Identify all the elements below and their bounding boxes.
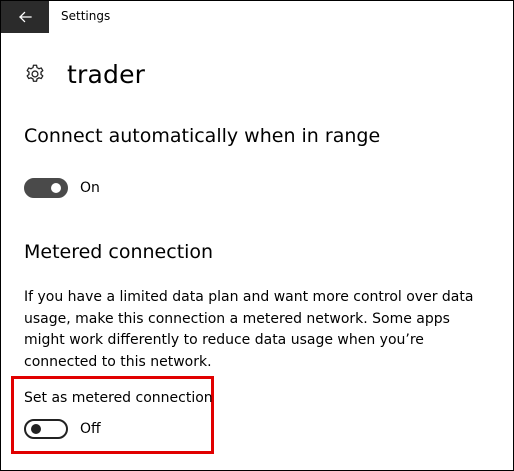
toggle-knob xyxy=(31,424,41,434)
page-title: trader xyxy=(67,59,146,89)
highlight-box xyxy=(11,376,214,454)
metered-heading: Metered connection xyxy=(24,241,214,263)
back-button[interactable] xyxy=(1,1,49,33)
auto-connect-state: On xyxy=(80,180,100,196)
metered-state: Off xyxy=(80,421,101,437)
metered-description: If you have a limited data plan and want… xyxy=(24,289,474,370)
back-arrow-icon xyxy=(19,11,32,23)
toggle-knob xyxy=(51,183,61,193)
settings-window: Settings trader Connect automatically wh… xyxy=(0,0,514,471)
title-bar: Settings xyxy=(1,1,513,33)
auto-connect-heading: Connect automatically when in range xyxy=(24,125,381,147)
window-title: Settings xyxy=(61,9,111,23)
metered-toggle[interactable] xyxy=(24,419,68,439)
page-header: trader xyxy=(23,57,145,91)
auto-connect-toggle[interactable] xyxy=(24,178,68,198)
metered-toggle-label: Set as metered connection xyxy=(24,390,213,406)
metered-toggle-row: Off xyxy=(24,419,101,439)
gear-icon xyxy=(23,62,47,86)
auto-connect-toggle-row: On xyxy=(24,178,100,198)
